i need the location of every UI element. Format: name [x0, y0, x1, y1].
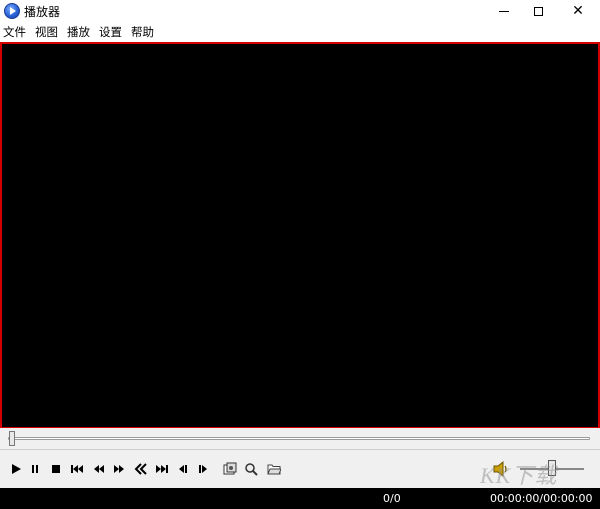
seek-track[interactable]	[8, 437, 590, 440]
seek-thumb[interactable]	[9, 431, 15, 446]
volume-button[interactable]	[492, 460, 512, 478]
fast-forward-button[interactable]	[153, 460, 171, 478]
skip-to-start-button[interactable]	[68, 460, 86, 478]
menu-file[interactable]: 文件	[0, 22, 31, 42]
zoom-icon	[245, 463, 258, 476]
screenshot-button[interactable]	[221, 460, 239, 478]
play-button[interactable]	[7, 460, 25, 478]
menu-view[interactable]: 视图	[31, 22, 63, 42]
player-app-icon	[4, 3, 20, 19]
stop-button[interactable]	[47, 460, 65, 478]
minimize-icon	[499, 10, 509, 12]
zoom-button[interactable]	[242, 460, 260, 478]
skip-to-start-icon	[71, 465, 83, 473]
video-display-area[interactable]	[0, 42, 600, 428]
menu-settings[interactable]: 设置	[95, 22, 127, 42]
maximize-button[interactable]	[520, 0, 556, 22]
title-bar: 播放器 ✕	[0, 0, 600, 22]
speaker-icon	[493, 460, 507, 478]
step-forward-button[interactable]	[110, 460, 128, 478]
play-icon	[12, 464, 21, 474]
next-frame-button[interactable]	[194, 460, 212, 478]
close-button[interactable]: ✕	[560, 0, 596, 22]
step-forward-icon	[114, 465, 124, 473]
seek-bar[interactable]	[0, 428, 600, 450]
open-folder-icon	[267, 464, 281, 475]
screenshot-icon	[223, 462, 237, 475]
close-icon: ✕	[572, 3, 584, 19]
rewind-button[interactable]	[132, 460, 150, 478]
pause-icon	[32, 465, 38, 473]
menu-help[interactable]: 帮助	[127, 22, 159, 42]
previous-frame-icon	[179, 465, 187, 473]
minimize-button[interactable]	[486, 0, 522, 22]
maximize-icon	[533, 6, 543, 16]
playback-time: 00:00:00/00:00:00	[490, 492, 593, 505]
volume-thumb[interactable]	[548, 460, 556, 476]
next-frame-icon	[199, 465, 207, 473]
control-bar	[0, 450, 600, 488]
step-back-icon	[94, 465, 104, 473]
previous-frame-button[interactable]	[174, 460, 192, 478]
open-file-button[interactable]	[265, 460, 283, 478]
stop-icon	[52, 465, 60, 473]
step-back-button[interactable]	[90, 460, 108, 478]
playlist-count: 0/0	[383, 492, 401, 505]
window-title: 播放器	[24, 5, 61, 19]
pause-button[interactable]	[26, 460, 44, 478]
fast-forward-icon	[156, 465, 168, 473]
menu-play[interactable]: 播放	[63, 22, 95, 42]
menu-bar: 文件 视图 播放 设置 帮助	[0, 22, 600, 42]
rewind-icon	[134, 463, 147, 475]
status-bar: 0/0 00:00:00/00:00:00	[0, 488, 600, 509]
